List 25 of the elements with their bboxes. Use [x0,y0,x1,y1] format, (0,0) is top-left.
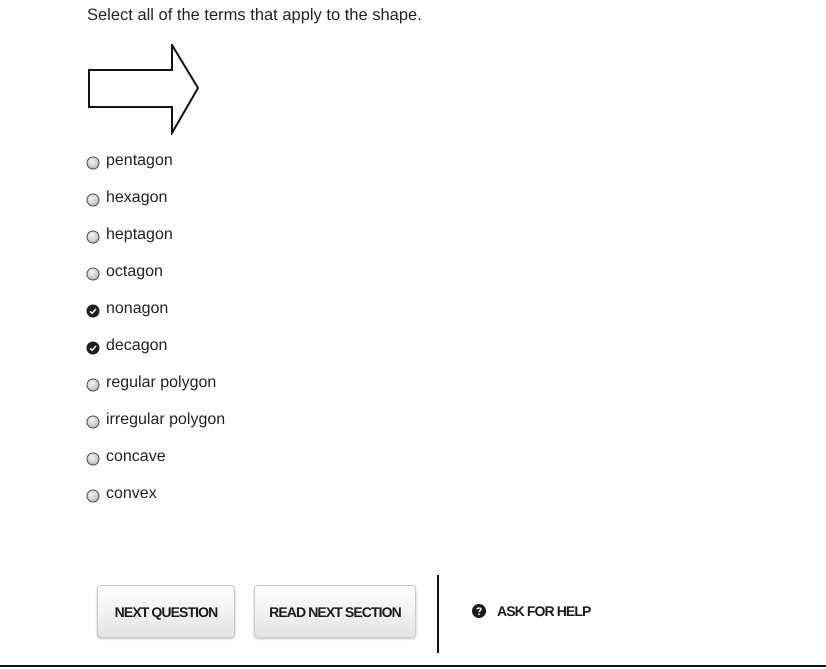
option-label[interactable]: regular polygon [106,372,216,392]
radio-button[interactable] [86,266,100,280]
radio-button[interactable] [86,340,100,354]
radio-button[interactable] [86,304,100,318]
radio-button[interactable] [86,378,100,392]
option-label[interactable]: convex [106,484,157,504]
option-label[interactable]: nonagon [106,298,168,318]
option-label[interactable]: heptagon [106,224,173,244]
radio-button[interactable] [86,452,100,466]
option-label[interactable]: octagon [106,262,163,282]
nav-button[interactable]: NEXT QUESTION [97,585,235,638]
question-text: Select all of the terms that apply to the shape. [87,5,422,25]
nav-button[interactable]: READ NEXT SECTION [254,585,416,638]
radio-button[interactable] [86,414,100,428]
help-link[interactable]: ASK FOR HELP [497,603,590,619]
option-label[interactable]: decagon [106,336,168,356]
radio-button[interactable] [86,156,100,170]
option-label[interactable]: concave [106,446,166,466]
radio-button[interactable] [86,230,100,244]
option-label[interactable]: pentagon [106,150,173,170]
radio-button[interactable] [86,488,100,502]
option-label[interactable]: irregular polygon [106,410,226,430]
option-label[interactable]: hexagon [106,188,168,208]
help-icon[interactable] [472,604,486,618]
radio-button[interactable] [86,192,100,206]
